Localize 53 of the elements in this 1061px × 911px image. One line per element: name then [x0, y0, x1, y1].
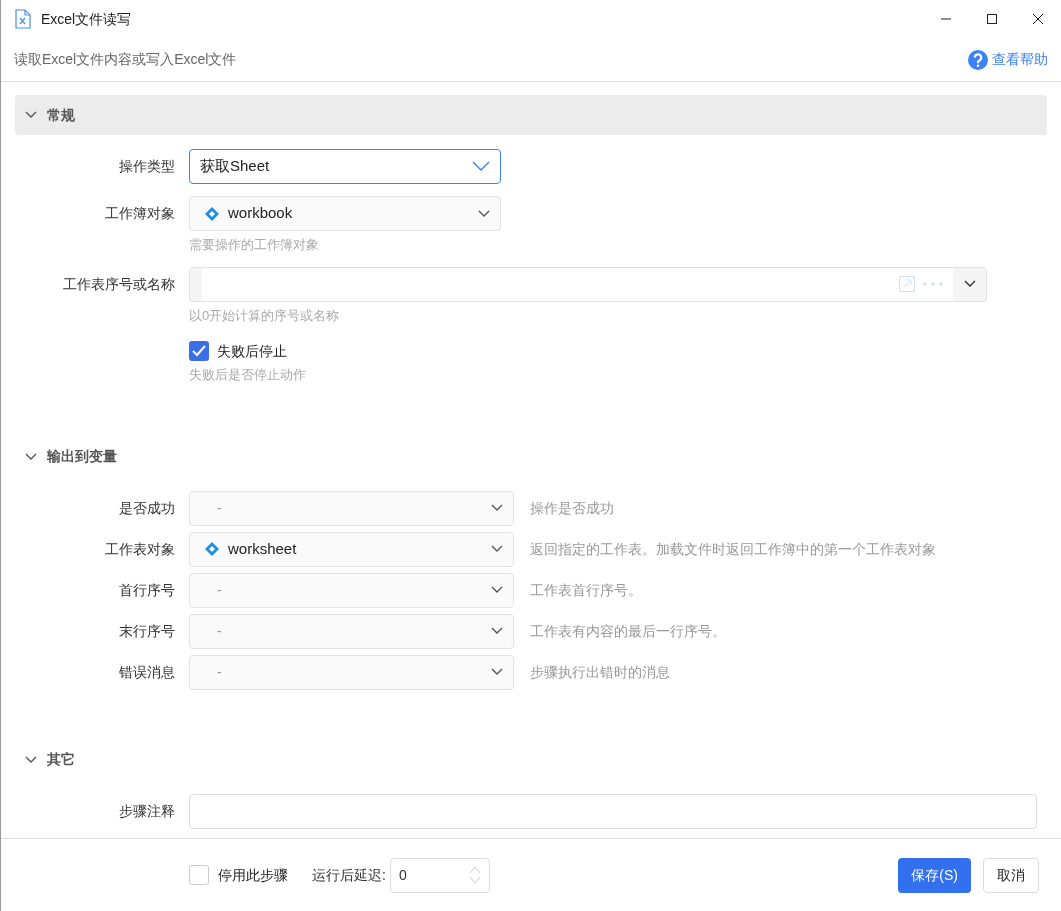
comment-field[interactable]	[189, 793, 1037, 829]
field-label: 首行序号	[118, 580, 175, 600]
field-hint: 以0开始计算的序号或名称	[189, 306, 341, 325]
chevron-down-icon	[478, 209, 490, 218]
field-label: 工作表序号或名称	[62, 274, 175, 294]
maximize-icon	[986, 13, 998, 25]
field-label: 步骤注释	[118, 801, 175, 821]
field-label: 错误消息	[118, 662, 175, 682]
field-label: 是否成功	[118, 498, 175, 518]
variable-dropdown[interactable]: workbook	[189, 196, 501, 231]
chevron-down-icon	[25, 452, 37, 461]
chevron-down-icon	[491, 504, 503, 512]
save-button[interactable]: 保存(S)	[898, 857, 971, 893]
help-link[interactable]: 查看帮助	[992, 49, 1048, 70]
chevron-down-icon	[472, 161, 490, 172]
section-header[interactable]: 常规	[15, 95, 1047, 135]
field-hint: 失败后是否停止动作	[189, 366, 306, 384]
variable-dropdown[interactable]: worksheet	[189, 531, 514, 567]
chevron-down-icon	[963, 280, 976, 288]
chevron-down-icon	[25, 111, 37, 119]
checkmark-icon	[192, 345, 206, 357]
disable-step-checkbox[interactable]: 停用此步骤	[189, 864, 288, 886]
chevron-down-icon	[25, 755, 37, 764]
delay-label: 运行后延迟:	[312, 865, 386, 885]
cancel-button[interactable]: 取消	[983, 857, 1039, 893]
field-label: 末行序号	[118, 621, 175, 641]
chevron-down-icon	[491, 668, 503, 676]
stop-on-failure-checkbox[interactable]: 失败后停止	[189, 341, 287, 361]
help-icon	[968, 49, 988, 70]
close-icon	[1032, 13, 1044, 25]
field-description: 工作表首行序号。	[530, 580, 642, 600]
excel-file-icon	[15, 9, 31, 29]
expression-field[interactable]	[189, 266, 987, 302]
field-description: 工作表有内容的最后一行序号。	[530, 621, 726, 641]
operation-dropdown[interactable]: 获取Sheet	[189, 149, 501, 184]
diamond-icon	[204, 205, 220, 222]
field-hint: 需要操作的工作簿对象	[189, 236, 320, 254]
diamond-icon	[204, 541, 220, 557]
delay-spinbox[interactable]: 0	[389, 857, 490, 893]
field-description: 步骤执行出错时的消息	[530, 662, 670, 682]
field-description: 返回指定的工作表。加载文件时返回工作簿中的第一个工作表对象	[530, 539, 936, 559]
field-label: 工作表对象	[104, 539, 175, 559]
chevron-down-icon	[491, 627, 503, 635]
field-label: 操作类型	[118, 157, 175, 176]
chevron-down-icon	[491, 586, 503, 594]
expand-icon[interactable]	[899, 276, 915, 292]
spinner-arrows-icon[interactable]	[468, 865, 481, 885]
field-label: 工作簿对象	[104, 204, 175, 223]
window-title: Excel文件读写	[41, 9, 132, 29]
more-icon[interactable]	[923, 282, 943, 286]
field-description: 操作是否成功	[530, 498, 614, 518]
chevron-down-icon	[491, 545, 503, 553]
dialog-description: 读取Excel文件内容或写入Excel文件	[14, 50, 237, 69]
